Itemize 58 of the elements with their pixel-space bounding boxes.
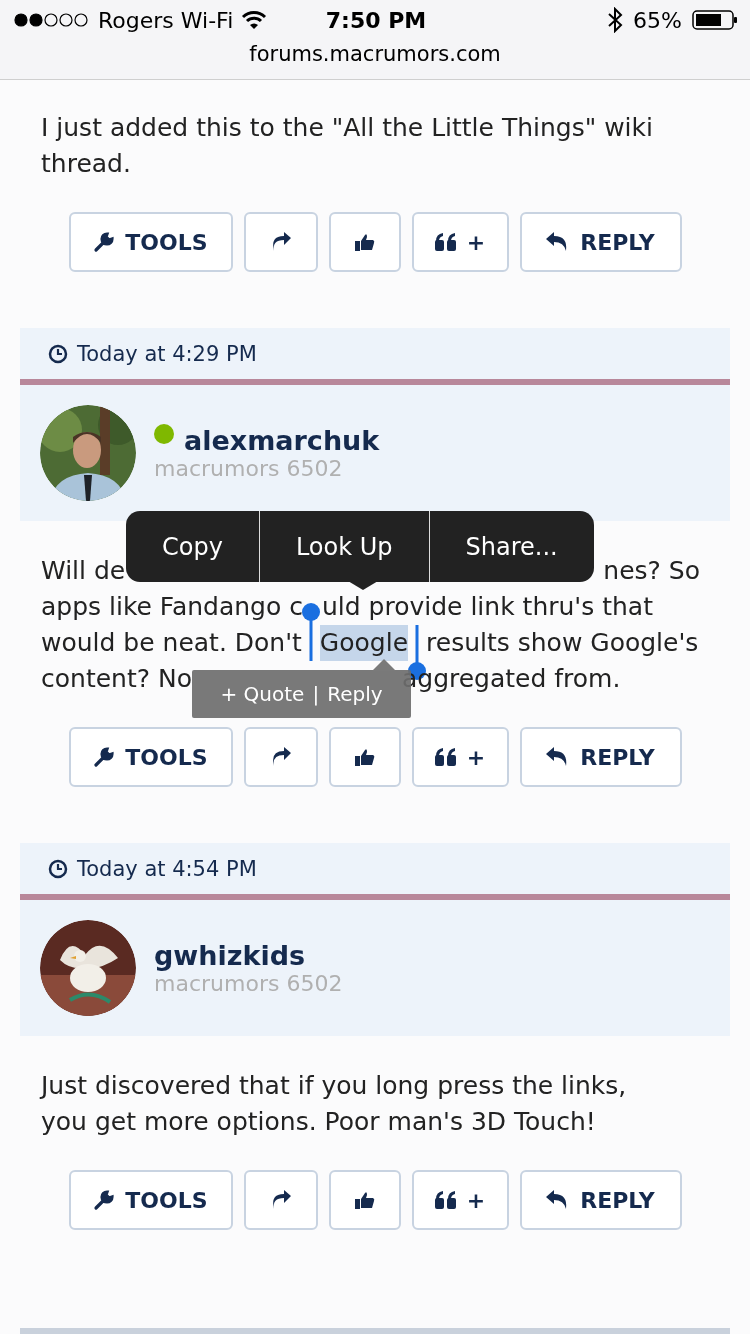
selection-handle[interactable] xyxy=(301,603,320,661)
url-text[interactable]: forums.macrumors.com xyxy=(0,40,750,68)
share-button[interactable] xyxy=(243,212,318,272)
selected-text: Google xyxy=(319,625,409,661)
quote-button[interactable]: + xyxy=(411,727,509,787)
menu-item[interactable]: Copy xyxy=(126,511,259,582)
post-time[interactable]: Today at 4:54 PM xyxy=(77,856,257,881)
battery-percent: 65% xyxy=(633,7,682,33)
post-text: Will de xyxy=(41,555,126,587)
user-rank: macrumors 6502 xyxy=(154,971,343,996)
signal-icon xyxy=(14,13,90,27)
post-text: would be neat. Don't xyxy=(41,627,302,659)
like-button[interactable] xyxy=(328,212,401,272)
menu-item[interactable]: Share... xyxy=(428,511,594,582)
reply-link[interactable]: Reply xyxy=(327,682,383,706)
separator: | xyxy=(312,682,320,706)
quote-icon xyxy=(434,748,457,766)
share-button[interactable] xyxy=(243,1170,318,1230)
reply-button[interactable]: REPLY xyxy=(519,1170,682,1230)
carrier-name: Rogers Wi-Fi xyxy=(98,7,234,33)
share-button[interactable] xyxy=(243,727,318,787)
username[interactable]: alexmarchuk xyxy=(184,425,380,456)
thumbs-up-icon xyxy=(354,233,375,251)
post-text: uld provide link thru's that xyxy=(322,591,653,623)
wrench-icon xyxy=(93,746,116,768)
wrench-icon xyxy=(93,1189,116,1211)
quote-icon xyxy=(434,233,457,251)
like-button[interactable] xyxy=(328,1170,401,1230)
quote-button[interactable]: + xyxy=(411,1170,509,1230)
clock-icon xyxy=(48,343,68,364)
tools-button[interactable]: TOOLS xyxy=(68,727,233,787)
quote-link[interactable]: + Quote xyxy=(220,682,305,706)
quote-button[interactable]: + xyxy=(411,212,509,272)
quote-icon xyxy=(434,1191,457,1209)
post-text: you get more options. Poor man's 3D Touch! xyxy=(41,1107,596,1136)
clock-icon xyxy=(48,858,68,879)
username[interactable]: gwhizkids xyxy=(154,940,306,971)
clock-time: 7:50 PM xyxy=(325,7,427,33)
reply-button[interactable]: REPLY xyxy=(519,727,682,787)
post-text: I just added this to the "All the Little Things" wiki xyxy=(41,113,653,142)
post-text: Just discovered that if you long press the links, xyxy=(41,1071,627,1100)
user-rank: macrumors 6502 xyxy=(154,456,344,481)
post-text: apps like Fandango c xyxy=(41,591,303,623)
post-text: content? No xyxy=(41,663,192,695)
thumbs-up-icon xyxy=(354,748,375,766)
wifi-icon xyxy=(241,10,268,30)
battery-icon xyxy=(692,10,738,30)
like-button[interactable] xyxy=(328,727,401,787)
thumbs-up-icon xyxy=(354,1191,375,1209)
wrench-icon xyxy=(93,231,116,253)
post-text: thread. xyxy=(41,149,131,178)
tools-button[interactable]: TOOLS xyxy=(68,212,233,272)
post-text: results show Google's xyxy=(426,627,699,659)
post-time[interactable]: Today at 4:29 PM xyxy=(77,341,257,366)
reply-button[interactable]: REPLY xyxy=(519,212,682,272)
bluetooth-icon xyxy=(607,7,624,33)
tools-button[interactable]: TOOLS xyxy=(68,1170,233,1230)
post-text: nes? So xyxy=(603,555,700,587)
